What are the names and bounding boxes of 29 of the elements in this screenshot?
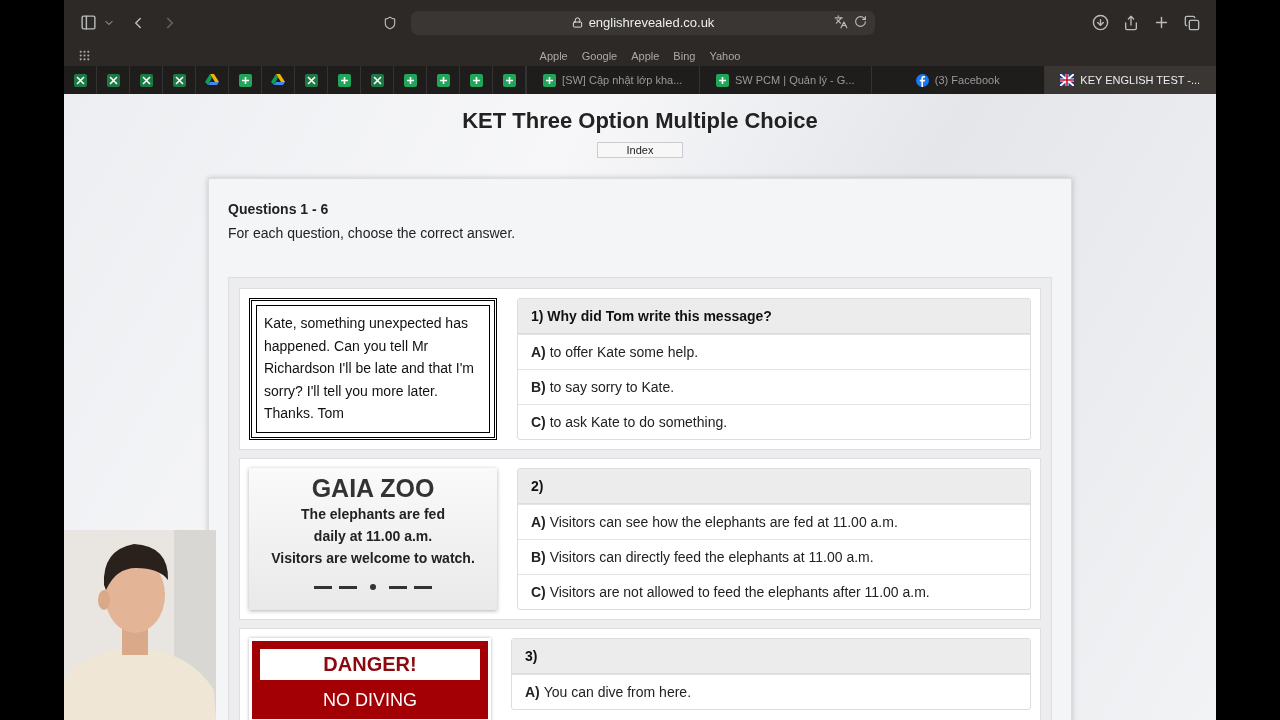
notice-line: The elephants are fed	[301, 505, 445, 524]
answer-option[interactable]: A) to offer Kate some help.	[518, 334, 1030, 369]
index-button[interactable]: Index	[597, 142, 683, 158]
section-heading: Questions 1 - 6	[228, 201, 330, 217]
answer-option[interactable]: B) Visitors can directly feed the elephants at 11.00 a.m.	[518, 539, 1030, 574]
question-prompt: 2)	[518, 469, 1030, 504]
answer-option[interactable]: C) to ask Kate to do something.	[518, 404, 1030, 439]
question-prompt: 3)	[512, 639, 1030, 674]
browser-tab[interactable]: KEY ENGLISH TEST -...	[1043, 66, 1216, 94]
question-prompt: 1) Why did Tom write this message?	[518, 299, 1030, 334]
instruction-text: For each question, choose the correct answer.	[228, 225, 517, 241]
answer-option[interactable]: B) to say sorry to Kate.	[518, 369, 1030, 404]
notice-line: daily at 11.00 a.m.	[313, 527, 433, 546]
answer-option[interactable]: C) Visitors are not allowed to feed the elephants after 11.00 a.m.	[518, 574, 1030, 609]
answer-option[interactable]: A) Visitors can see how the elephants are fed at 11.00 a.m.	[518, 504, 1030, 539]
bookmark-link[interactable]: Bing	[673, 49, 696, 62]
bookmark-link[interactable]: Apple	[539, 49, 568, 62]
page-title: KET Three Option Multiple Choice	[462, 108, 818, 134]
notice-line: Visitors are welcome to watch.	[271, 549, 475, 568]
message-note: Kate, something unexpected has happened. Can you tell Mr Richardson I'll be late and that I'm sorry? I'll tell you more later. Thanks. Tom	[249, 298, 497, 440]
sign-subtitle: NO DIVING	[323, 690, 417, 710]
bookmark-link[interactable]: Apple	[631, 49, 660, 62]
answer-option[interactable]: A) You can dive from here.	[512, 674, 1030, 709]
address-text: englishrevealed.co.uk	[588, 15, 715, 30]
address-bar[interactable]: englishrevealed.co.uk	[411, 10, 875, 35]
notice-title: GAIA ZOO	[311, 474, 435, 503]
bookmark-link[interactable]: Google	[581, 49, 618, 62]
bookmark-link[interactable]: Yahoo	[709, 49, 741, 62]
sign-title: DANGER!	[260, 649, 480, 680]
